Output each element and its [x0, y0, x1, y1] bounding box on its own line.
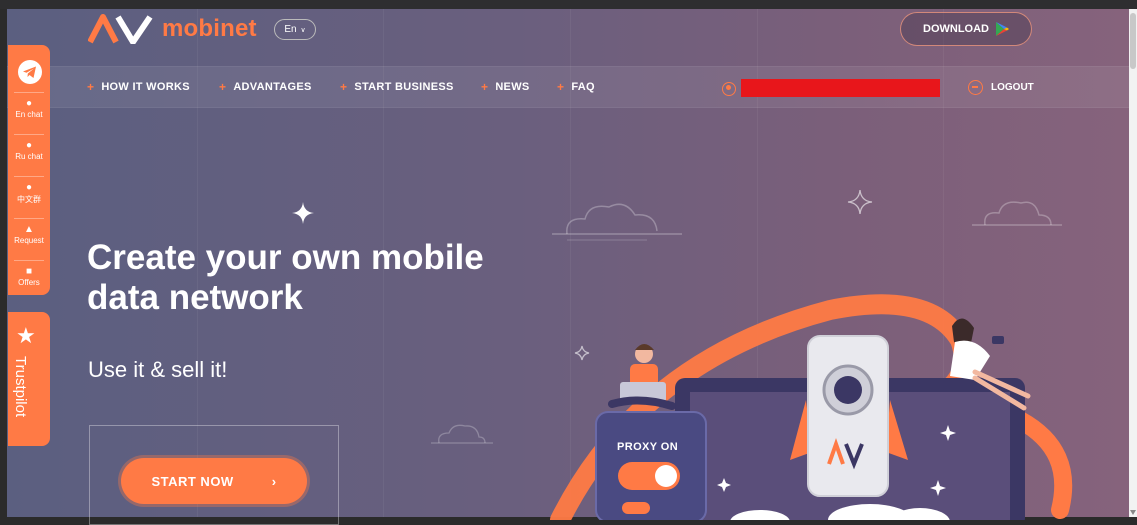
- sidebar-item-ru-chat[interactable]: ● Ru chat: [8, 140, 50, 161]
- chevron-down-icon: ∨: [300, 26, 306, 34]
- hero-illustration: [550, 294, 1073, 520]
- sidebar-item-label: 中文群: [17, 195, 41, 204]
- nav-item-news[interactable]: + NEWS: [481, 80, 530, 94]
- plus-icon: +: [87, 80, 95, 94]
- chevron-right-icon: ›: [271, 473, 277, 489]
- nav-item-label: NEWS: [495, 81, 530, 93]
- money-bag-icon: ■: [25, 266, 33, 277]
- nav-item-faq[interactable]: + FAQ: [557, 80, 595, 94]
- browser-top-bar: [0, 0, 1137, 9]
- hero-subtitle: Use it & sell it!: [88, 357, 228, 382]
- nav-item-label: HOW IT WORKS: [101, 81, 190, 93]
- telegram-icon: [18, 60, 42, 84]
- sidebar-item-offers[interactable]: ■ Offers: [8, 266, 50, 287]
- scroll-down-arrow-icon[interactable]: [1130, 510, 1136, 515]
- hero-title: Create your own mobile data network: [87, 238, 587, 318]
- star-icon: ★: [16, 324, 36, 349]
- plus-icon: +: [481, 80, 489, 94]
- chat-icon: ●: [25, 182, 33, 193]
- plus-icon: +: [340, 80, 348, 94]
- sidebar-item-label: Ru chat: [15, 152, 43, 161]
- download-label: DOWNLOAD: [923, 23, 989, 35]
- nav-item-label: START BUSINESS: [354, 81, 454, 93]
- cta-label: START NOW: [151, 473, 234, 489]
- logout-icon: [968, 80, 983, 95]
- sidebar-item-label: En chat: [15, 110, 43, 119]
- nav-item-start-business[interactable]: + START BUSINESS: [340, 80, 454, 94]
- telegram-button[interactable]: [12, 54, 48, 90]
- plus-icon: +: [557, 80, 565, 94]
- proxy-status-label: PROXY ON: [617, 441, 679, 453]
- mobinet-logo-icon: [88, 14, 153, 44]
- cloud-decoration: [431, 424, 493, 444]
- sparkle-icon: [292, 202, 314, 224]
- start-now-button[interactable]: START NOW ›: [121, 458, 307, 504]
- sidebar-item-label: Request: [14, 236, 44, 245]
- hero-title-line: data network: [87, 278, 303, 317]
- brand-name: mobinet: [162, 15, 257, 42]
- redacted-username: [741, 79, 940, 97]
- chat-icon: ●: [25, 98, 33, 109]
- cloud-decoration: [972, 201, 1062, 226]
- nav-item-label: ADVANTAGES: [233, 81, 312, 93]
- user-icon[interactable]: [722, 82, 736, 96]
- megaphone-icon: ▲: [24, 224, 34, 235]
- sparkle-icon: [847, 189, 873, 215]
- language-selector[interactable]: En ∨: [274, 19, 316, 40]
- nav-item-label: FAQ: [571, 81, 595, 93]
- google-play-icon: [996, 22, 1009, 36]
- logout-button[interactable]: LOGOUT: [968, 80, 1034, 95]
- sidebar-item-en-chat[interactable]: ● En chat: [8, 98, 50, 119]
- brand-logo[interactable]: mobinet: [88, 14, 257, 44]
- logout-label: LOGOUT: [991, 82, 1034, 93]
- scrollbar-thumb[interactable]: [1130, 13, 1136, 69]
- sidebar-item-request[interactable]: ▲ Request: [8, 224, 50, 245]
- language-value: En: [284, 24, 297, 35]
- plus-icon: +: [219, 80, 227, 94]
- sidebar-item-label: Offers: [18, 278, 40, 287]
- nav-item-advantages[interactable]: + ADVANTAGES: [219, 80, 312, 94]
- page-scrollbar[interactable]: [1129, 9, 1137, 517]
- chat-icon: ●: [25, 140, 33, 151]
- nav-item-how-it-works[interactable]: + HOW IT WORKS: [87, 80, 190, 94]
- trustpilot-label: Trustpilot: [12, 356, 29, 418]
- sidebar-item-chinese-chat[interactable]: ● 中文群: [8, 182, 50, 205]
- download-button[interactable]: DOWNLOAD: [900, 12, 1032, 46]
- hero-title-line: Create your own mobile: [87, 238, 484, 277]
